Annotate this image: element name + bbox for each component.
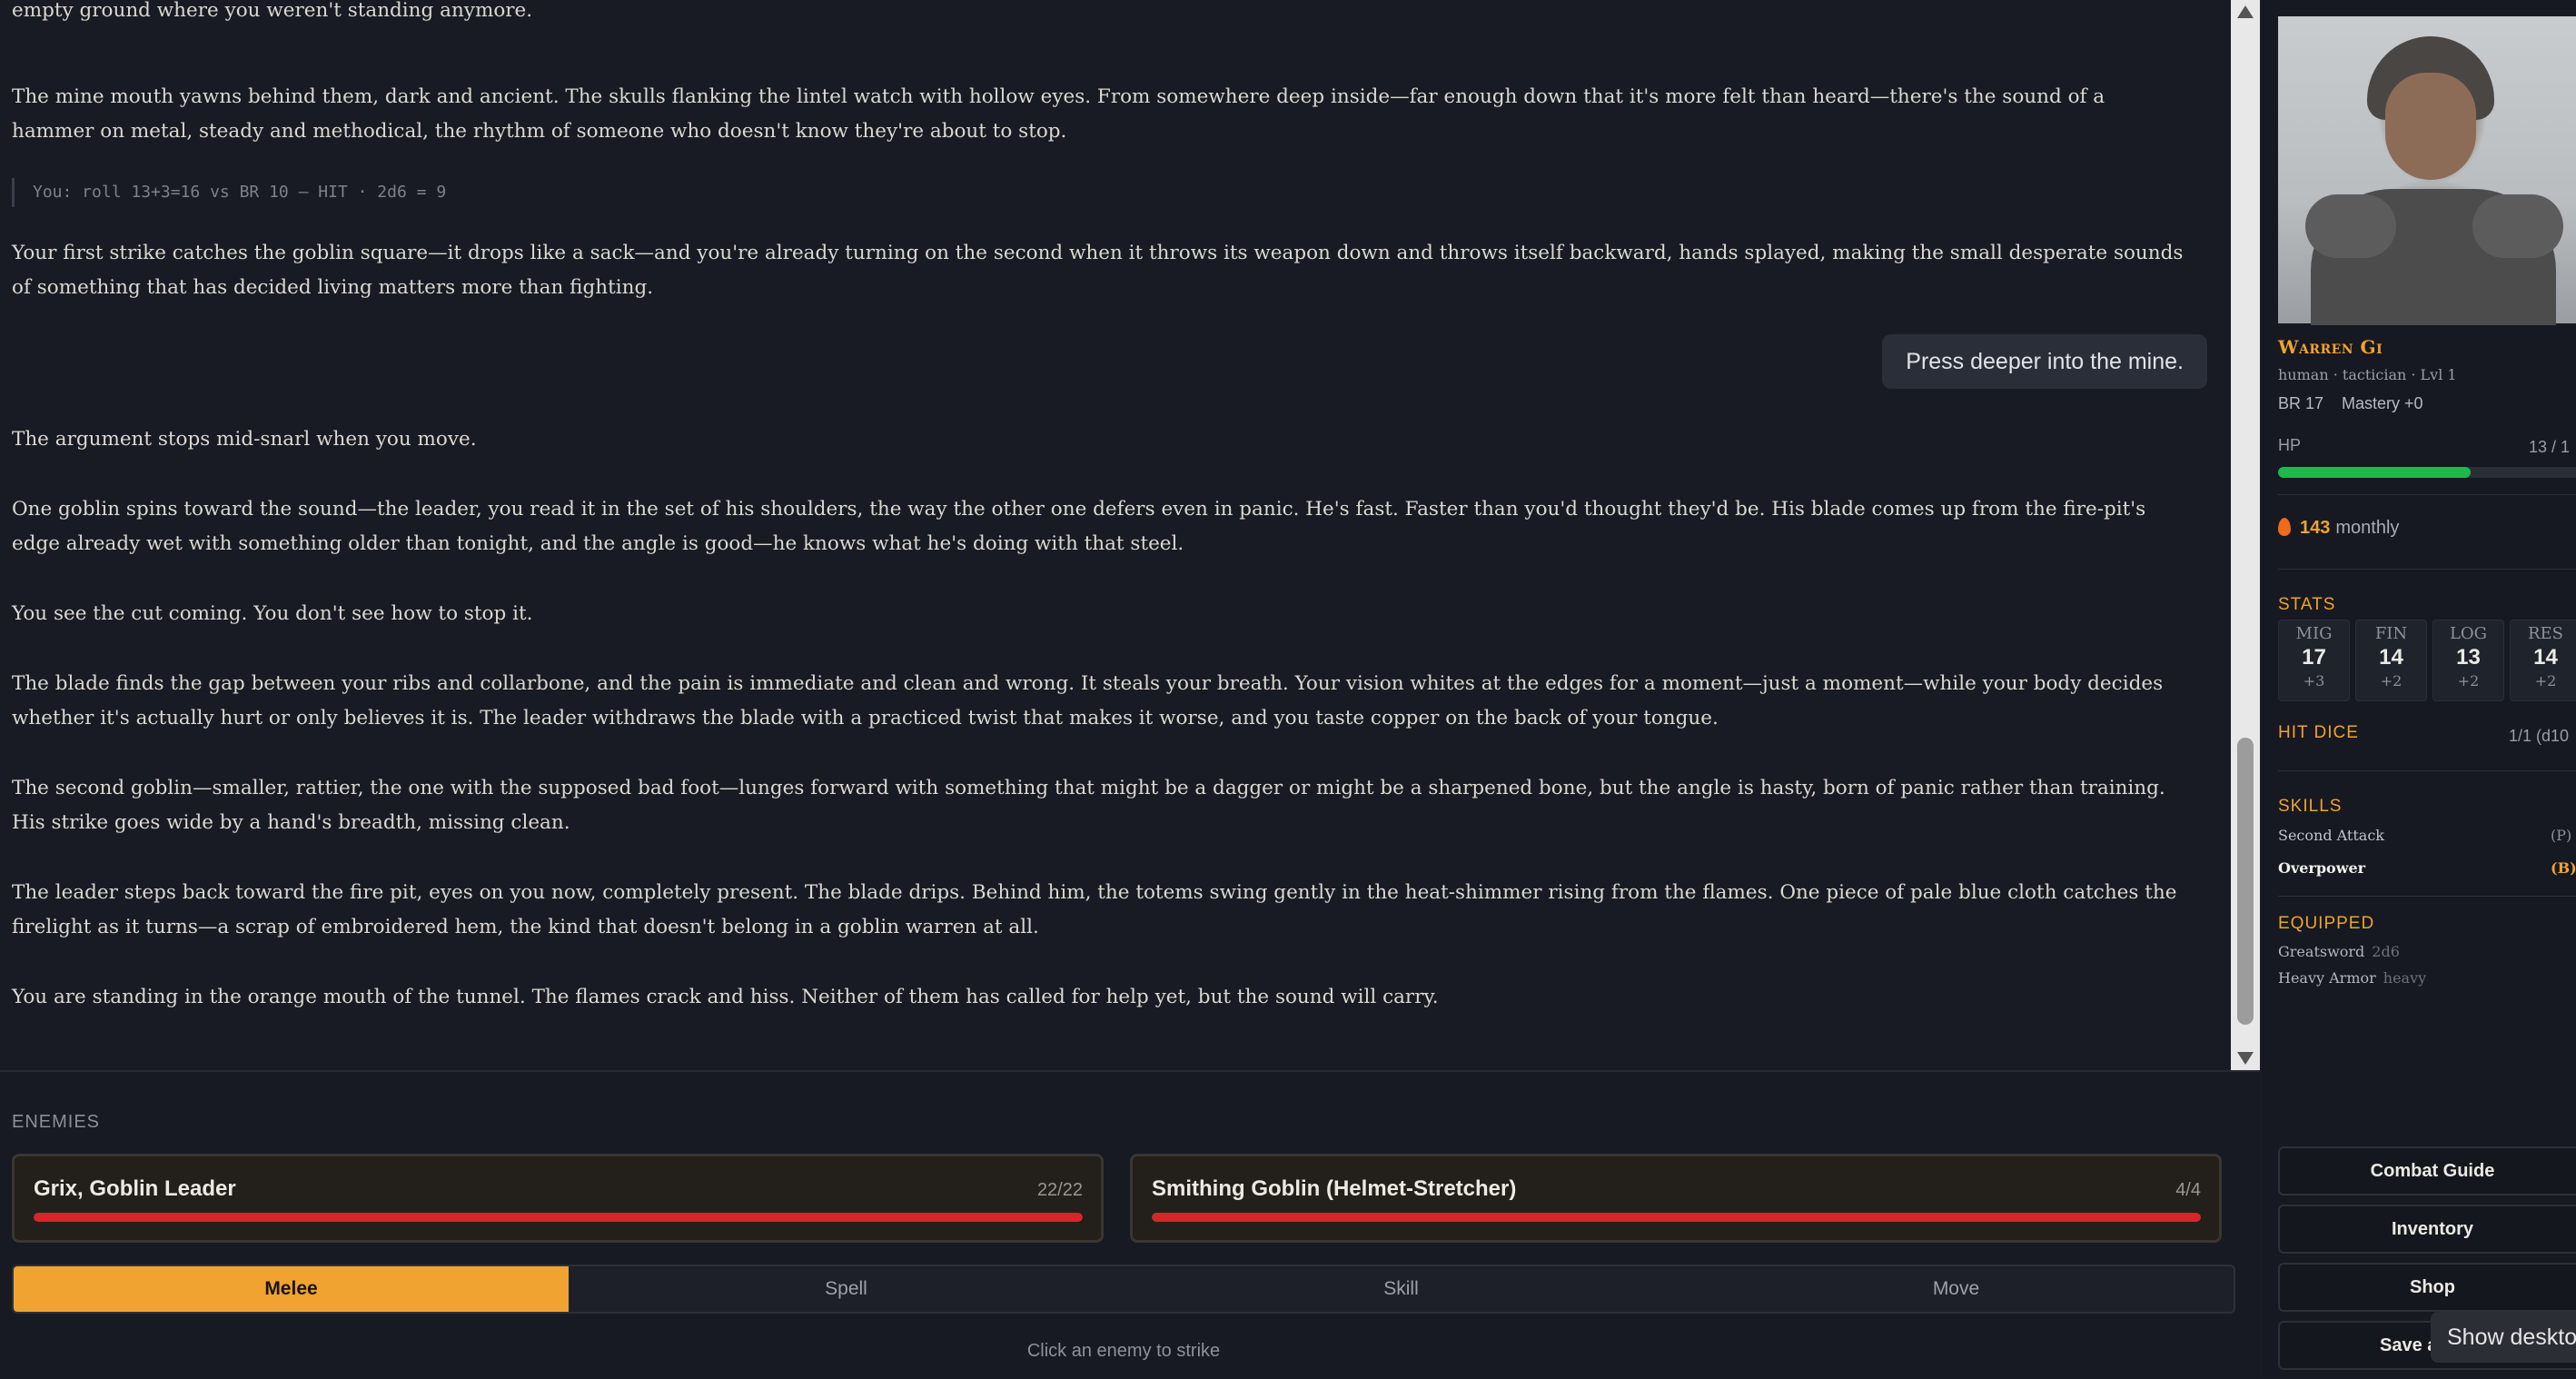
stat-mig: MIG 17 +3	[2278, 620, 2350, 701]
story-paragraph: The leader steps back toward the fire pi…	[12, 881, 2177, 938]
story-paragraph: One goblin spins toward the sound—the le…	[12, 498, 2146, 555]
enemy-hp-fill	[34, 1213, 1083, 1222]
skill-name: Overpower	[2278, 859, 2366, 877]
portrait-pauldron	[2472, 194, 2563, 258]
stat-mod: +3	[2303, 672, 2325, 690]
equipped-item: Heavy Armor heavy	[2278, 969, 2426, 987]
story-scrollbar[interactable]	[2231, 0, 2260, 1070]
stat-res: RES 14 +2	[2510, 620, 2576, 701]
enemy-name: Grix, Goblin Leader	[34, 1176, 236, 1201]
streak-counter: 143 monthly	[2278, 518, 2399, 539]
tab-spell[interactable]: Spell	[569, 1266, 1124, 1312]
character-br-mastery: BR 17 Mastery +0	[2278, 394, 2423, 412]
character-portrait	[2278, 16, 2576, 325]
stat-abbr: FIN	[2374, 624, 2408, 643]
enemy-hp-fill	[1152, 1213, 2201, 1222]
divider	[2278, 569, 2576, 570]
scrollbar-thumb[interactable]	[2237, 738, 2254, 1025]
hp-bar	[2278, 467, 2576, 478]
stat-score: 14	[2379, 645, 2403, 670]
flame-icon	[2278, 518, 2291, 536]
skill-tag: (B)	[2551, 859, 2576, 877]
equipped-item-note: heavy	[2383, 969, 2427, 987]
show-desktop-tooltip: Show desktop	[2431, 1312, 2576, 1363]
enemy-hp-text: 22/22	[1036, 1180, 1083, 1200]
stat-abbr: LOG	[2449, 624, 2488, 643]
enemy-hp-bar	[34, 1213, 1083, 1222]
stat-mod: +2	[2534, 672, 2557, 690]
stat-mod: +2	[2380, 672, 2403, 690]
enemy-card[interactable]: Grix, Goblin Leader 22/22	[12, 1154, 1104, 1243]
combat-guide-button[interactable]: Combat Guide	[2278, 1146, 2576, 1195]
hit-dice-value: 1/1 (d10	[2509, 727, 2570, 745]
enemy-hp-text: 4/4	[2175, 1180, 2201, 1200]
enemy-hp-bar	[1152, 1213, 2201, 1222]
tab-melee[interactable]: Melee	[14, 1266, 569, 1312]
tab-move[interactable]: Move	[1679, 1266, 2234, 1312]
player-message-bubble: Press deeper into the mine.	[1882, 334, 2207, 389]
inventory-button[interactable]: Inventory	[2278, 1205, 2576, 1254]
portrait-face	[2385, 73, 2476, 180]
hp-label: HP	[2278, 436, 2302, 454]
scroll-down-arrow-icon[interactable]	[2237, 1052, 2254, 1065]
skills-title: SKILLS	[2278, 797, 2343, 816]
story-paragraph: You see the cut coming. You don't see ho…	[12, 602, 533, 625]
streak-value: 143	[2300, 518, 2331, 538]
roll-result-line: You: roll 13+3=16 vs BR 10 — HIT · 2d6 =…	[12, 178, 446, 207]
scroll-up-arrow-icon[interactable]	[2237, 5, 2254, 18]
skill-row[interactable]: Overpower (B)	[2278, 859, 2576, 877]
story-paragraph: empty ground where you weren't standing …	[12, 0, 533, 22]
action-hint: Click an enemy to strike	[1026, 1341, 1221, 1361]
stat-score: 17	[2302, 645, 2326, 670]
story-paragraph: The second goblin—smaller, rattier, the …	[12, 777, 2165, 834]
combat-panel: ENEMIES Grix, Goblin Leader 22/22 Smithi…	[0, 1070, 2260, 1379]
stat-fin: FIN 14 +2	[2355, 620, 2427, 701]
stats-grid: MIG 17 +3 FIN 14 +2 LOG 13 +2 RES 14 +2	[2278, 620, 2576, 701]
portrait-pauldron	[2305, 194, 2396, 258]
streak-label: monthly	[2335, 518, 2400, 538]
stat-mod: +2	[2457, 672, 2480, 690]
equipped-title: EQUIPPED	[2278, 914, 2375, 933]
equipped-item-name: Heavy Armor	[2278, 969, 2376, 987]
stat-log: LOG 13 +2	[2432, 620, 2504, 701]
story-paragraph: Your first strike catches the goblin squ…	[12, 242, 2184, 299]
hp-value: 13 / 1	[2529, 438, 2571, 456]
stat-abbr: MIG	[2295, 624, 2333, 643]
shop-button[interactable]: Shop	[2278, 1263, 2576, 1312]
story-log: empty ground where you weren't standing …	[0, 0, 2231, 1070]
stat-score: 14	[2533, 645, 2558, 670]
stat-score: 13	[2456, 645, 2481, 670]
divider	[2278, 770, 2576, 771]
stats-title: STATS	[2278, 595, 2336, 614]
enemies-label: ENEMIES	[12, 1112, 101, 1132]
hp-bar-fill	[2278, 467, 2472, 478]
equipped-item-note: 2d6	[2372, 943, 2400, 960]
character-subtitle: human · tactician · Lvl 1	[2278, 366, 2457, 383]
stat-abbr: RES	[2527, 624, 2564, 643]
enemy-name: Smithing Goblin (Helmet-Stretcher)	[1152, 1176, 1517, 1201]
hit-dice-title: HIT DICE	[2278, 723, 2359, 742]
character-name: Warren Gi	[2278, 336, 2383, 358]
enemy-card[interactable]: Smithing Goblin (Helmet-Stretcher) 4/4	[1130, 1154, 2222, 1243]
character-sidebar: Warren Gi human · tactician · Lvl 1 BR 1…	[2262, 0, 2576, 1377]
story-paragraph: You are standing in the orange mouth of …	[12, 986, 1439, 1008]
divider	[2278, 896, 2576, 897]
tab-skill[interactable]: Skill	[1124, 1266, 1679, 1312]
equipped-item: Greatsword 2d6	[2278, 943, 2400, 960]
action-tabs: Melee Spell Skill Move	[12, 1265, 2235, 1314]
equipped-item-name: Greatsword	[2278, 943, 2365, 960]
skill-row[interactable]: Second Attack (P)	[2278, 827, 2576, 844]
divider	[2278, 494, 2576, 495]
skill-name: Second Attack	[2278, 827, 2384, 844]
story-paragraph: The argument stops mid-snarl when you mo…	[12, 428, 477, 451]
story-paragraph: The mine mouth yawns behind them, dark a…	[12, 85, 2105, 143]
story-paragraph: The blade finds the gap between your rib…	[12, 672, 2164, 729]
skill-tag: (P)	[2551, 827, 2572, 844]
